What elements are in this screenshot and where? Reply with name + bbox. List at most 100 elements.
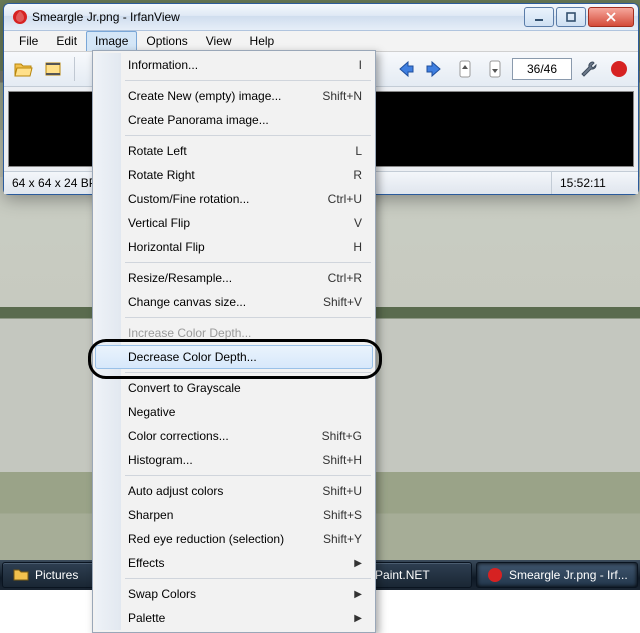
menu-separator (125, 80, 371, 81)
menu-image[interactable]: Image (86, 31, 137, 51)
open-button[interactable] (10, 56, 36, 82)
menu-item: Increase Color Depth... (95, 321, 373, 345)
page-counter[interactable]: 36/46 (512, 58, 572, 80)
menu-item-label: Change canvas size... (128, 295, 246, 309)
menu-item-label: Create New (empty) image... (128, 89, 281, 103)
minimize-button[interactable] (524, 7, 554, 27)
submenu-arrow-icon: ▶ (354, 589, 362, 600)
page-up-icon (455, 59, 475, 79)
taskbar-irfanview[interactable]: Smeargle Jr.png - Irf... (476, 562, 638, 588)
menu-item[interactable]: Decrease Color Depth... (95, 345, 373, 369)
menu-separator (125, 262, 371, 263)
close-button[interactable] (588, 7, 634, 27)
menu-item-label: Rotate Left (128, 144, 187, 158)
next-button[interactable] (422, 56, 448, 82)
menu-item[interactable]: Change canvas size... Shift+V (95, 290, 373, 314)
folder-icon (13, 567, 29, 583)
menu-item-label: Vertical Flip (128, 216, 190, 230)
menu-item-label: Auto adjust colors (128, 484, 223, 498)
menu-item[interactable]: Red eye reduction (selection)Shift+Y (95, 527, 373, 551)
menu-separator (125, 317, 371, 318)
menu-item-shortcut: R (353, 168, 362, 182)
menu-item-shortcut: Shift+N (322, 89, 362, 103)
menu-item-label: Decrease Color Depth... (128, 350, 257, 364)
menu-separator (125, 475, 371, 476)
page-down-icon (485, 59, 505, 79)
menu-item-shortcut: Shift+V (323, 295, 362, 309)
menu-item-shortcut: Ctrl+U (328, 192, 362, 206)
irfan-icon (487, 567, 503, 583)
image-menu-dropdown: Information... I Create New (empty) image.… (92, 50, 376, 633)
menu-item-shortcut: Shift+H (322, 453, 362, 467)
menu-item-shortcut: L (355, 144, 362, 158)
menu-item[interactable]: Create Panorama image... (95, 108, 373, 132)
menu-separator (125, 578, 371, 579)
taskbar-label: Smeargle Jr.png - Irf... (509, 568, 628, 582)
menu-item-label: Color corrections... (128, 429, 229, 443)
menu-item[interactable]: Swap Colors ▶ (95, 582, 373, 606)
toolbar-separator (74, 57, 75, 81)
menu-item[interactable]: Convert to Grayscale (95, 376, 373, 400)
menu-item-shortcut: Ctrl+R (328, 271, 362, 285)
menu-item-label: Custom/Fine rotation... (128, 192, 249, 206)
wrench-icon (579, 59, 599, 79)
prev-button[interactable] (392, 56, 418, 82)
menu-item-label: Red eye reduction (selection) (128, 532, 284, 546)
first-button[interactable] (452, 56, 478, 82)
irfan-icon (609, 59, 629, 79)
menu-item[interactable]: Rotate Left L (95, 139, 373, 163)
maximize-button[interactable] (556, 7, 586, 27)
menu-item[interactable]: Create New (empty) image... Shift+N (95, 84, 373, 108)
menu-item[interactable]: Histogram... Shift+H (95, 448, 373, 472)
menu-item[interactable]: Negative (95, 400, 373, 424)
folder-open-icon (13, 59, 33, 79)
menu-separator (125, 372, 371, 373)
menu-item-label: Palette (128, 611, 165, 625)
menubar: File Edit Image Options View Help (4, 31, 638, 52)
slideshow-button[interactable] (40, 56, 66, 82)
menu-options[interactable]: Options (137, 31, 196, 51)
menu-view[interactable]: View (197, 31, 241, 51)
menu-item-shortcut: V (354, 216, 362, 230)
last-button[interactable] (482, 56, 508, 82)
arrow-left-icon (395, 59, 415, 79)
menu-item[interactable]: Palette▶ (95, 606, 373, 630)
menu-item[interactable]: Custom/Fine rotation... Ctrl+U (95, 187, 373, 211)
menu-item-shortcut: Shift+S (323, 508, 362, 522)
menu-help[interactable]: Help (241, 31, 284, 51)
menu-item[interactable]: Auto adjust colorsShift+U (95, 479, 373, 503)
menu-item-label: Horizontal Flip (128, 240, 205, 254)
submenu-arrow-icon: ▶ (354, 558, 362, 569)
menu-item-label: Swap Colors (128, 587, 196, 601)
about-button[interactable] (606, 56, 632, 82)
status-time: 15:52:11 (552, 172, 638, 194)
menu-item[interactable]: SharpenShift+S (95, 503, 373, 527)
menu-item[interactable]: Effects ▶ (95, 551, 373, 575)
menu-edit[interactable]: Edit (47, 31, 86, 51)
menu-item-shortcut: H (353, 240, 362, 254)
menu-item-label: Effects (128, 556, 164, 570)
menu-item-label: Information... (128, 58, 198, 72)
menu-file[interactable]: File (10, 31, 47, 51)
menu-separator (125, 135, 371, 136)
menu-item-shortcut: Shift+G (322, 429, 362, 443)
window-title: Smeargle Jr.png - IrfanView (32, 10, 522, 24)
app-icon (12, 9, 28, 25)
menu-item-label: Histogram... (128, 453, 193, 467)
menu-item[interactable]: Vertical Flip V (95, 211, 373, 235)
menu-item[interactable]: Color corrections... Shift+G (95, 424, 373, 448)
irfanview-window: Smeargle Jr.png - IrfanView File Edit Im… (3, 3, 639, 195)
menu-item[interactable]: Information... I (95, 53, 373, 77)
menu-item-label: Increase Color Depth... (128, 326, 251, 340)
menu-item-label: Negative (128, 405, 175, 419)
menu-item[interactable]: Resize/Resample... Ctrl+R (95, 266, 373, 290)
arrow-right-icon (425, 59, 445, 79)
menu-item-shortcut: I (359, 58, 362, 72)
settings-button[interactable] (576, 56, 602, 82)
menu-item[interactable]: Rotate RightR (95, 163, 373, 187)
menu-item[interactable]: Horizontal Flip H (95, 235, 373, 259)
titlebar[interactable]: Smeargle Jr.png - IrfanView (4, 4, 638, 31)
menu-item-label: Convert to Grayscale (128, 381, 241, 395)
menu-item-label: Resize/Resample... (128, 271, 232, 285)
filmstrip-icon (43, 59, 63, 79)
